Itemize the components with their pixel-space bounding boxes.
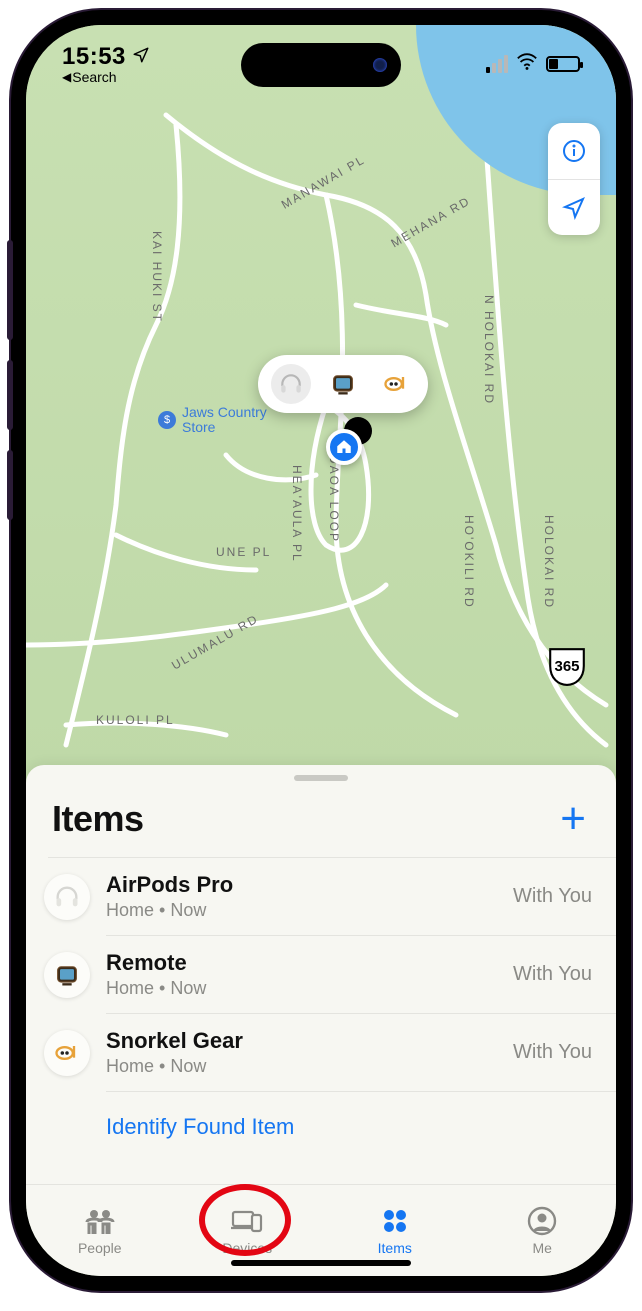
list-item[interactable]: AirPods Pro Home • Now With You bbox=[26, 858, 616, 935]
sheet-title: Items bbox=[52, 798, 144, 840]
poi-label: Jaws Country Store bbox=[182, 405, 267, 436]
route-shield: 365 bbox=[546, 645, 588, 687]
map-view[interactable]: KAI HUKI ST MANAWAI PL MEHANA RD N HOLOK… bbox=[26, 25, 616, 777]
home-indicator[interactable] bbox=[231, 1260, 411, 1266]
back-caret-icon: ◀ bbox=[62, 70, 71, 84]
map-locate-button[interactable] bbox=[548, 179, 600, 235]
tab-label: Me bbox=[533, 1240, 552, 1256]
road-label: HEA'AULA PL bbox=[290, 465, 304, 563]
item-subtitle: Home • Now bbox=[106, 978, 497, 999]
item-status: With You bbox=[513, 963, 592, 986]
tv-icon bbox=[44, 952, 90, 998]
status-time: 15:53 bbox=[62, 43, 126, 71]
cellular-icon bbox=[486, 55, 508, 73]
add-item-button[interactable]: + bbox=[556, 797, 590, 841]
map-poi[interactable]: $ Jaws Country Store bbox=[158, 405, 267, 436]
item-title: AirPods Pro bbox=[106, 872, 497, 898]
identify-found-item-button[interactable]: Identify Found Item bbox=[26, 1092, 616, 1162]
item-status: With You bbox=[513, 885, 592, 908]
identify-label: Identify Found Item bbox=[106, 1114, 294, 1139]
sheet-grabber[interactable] bbox=[294, 775, 348, 781]
items-sheet[interactable]: Items + AirPods Pro Home • Now With You bbox=[26, 765, 616, 1186]
list-item[interactable]: Remote Home • Now With You bbox=[26, 936, 616, 1013]
headphones-icon bbox=[44, 874, 90, 920]
road-label: HO'OKILI RD bbox=[462, 515, 476, 609]
road-label: N HOLOKAI RD bbox=[482, 295, 496, 405]
breadcrumb-label: Search bbox=[72, 69, 116, 85]
item-subtitle: Home • Now bbox=[106, 900, 497, 921]
road-label: UAOA LOOP bbox=[327, 455, 341, 543]
tab-me[interactable]: Me bbox=[469, 1185, 617, 1276]
road-label: UNE PL bbox=[216, 545, 271, 559]
road-label: HOLOKAI RD bbox=[542, 515, 556, 609]
cluster-headphones-icon bbox=[271, 364, 311, 404]
map-controls bbox=[548, 123, 600, 235]
cluster-snorkel-icon bbox=[376, 364, 416, 404]
tab-label: Items bbox=[378, 1240, 412, 1256]
route-number: 365 bbox=[554, 658, 579, 675]
breadcrumb-back[interactable]: ◀ Search bbox=[62, 69, 117, 85]
tab-people[interactable]: People bbox=[26, 1185, 174, 1276]
snorkel-icon bbox=[44, 1030, 90, 1076]
wifi-icon bbox=[516, 51, 538, 78]
home-pin[interactable] bbox=[326, 429, 362, 465]
map-item-cluster[interactable] bbox=[258, 355, 428, 413]
item-title: Snorkel Gear bbox=[106, 1028, 497, 1054]
item-status: With You bbox=[513, 1041, 592, 1064]
road-label: KULOLI PL bbox=[96, 713, 175, 727]
location-services-icon bbox=[132, 46, 150, 69]
dynamic-island bbox=[241, 43, 401, 87]
item-title: Remote bbox=[106, 950, 497, 976]
tab-label: Devices bbox=[222, 1240, 272, 1256]
map-info-button[interactable] bbox=[548, 123, 600, 179]
battery-icon bbox=[546, 56, 580, 72]
item-subtitle: Home • Now bbox=[106, 1056, 497, 1077]
list-item[interactable]: Snorkel Gear Home • Now With You bbox=[26, 1014, 616, 1091]
poi-shop-icon: $ bbox=[158, 411, 176, 429]
cluster-tv-icon bbox=[323, 364, 363, 404]
items-list: AirPods Pro Home • Now With You Remote H… bbox=[26, 858, 616, 1186]
road-label: KAI HUKI ST bbox=[150, 231, 164, 323]
tab-label: People bbox=[78, 1240, 122, 1256]
